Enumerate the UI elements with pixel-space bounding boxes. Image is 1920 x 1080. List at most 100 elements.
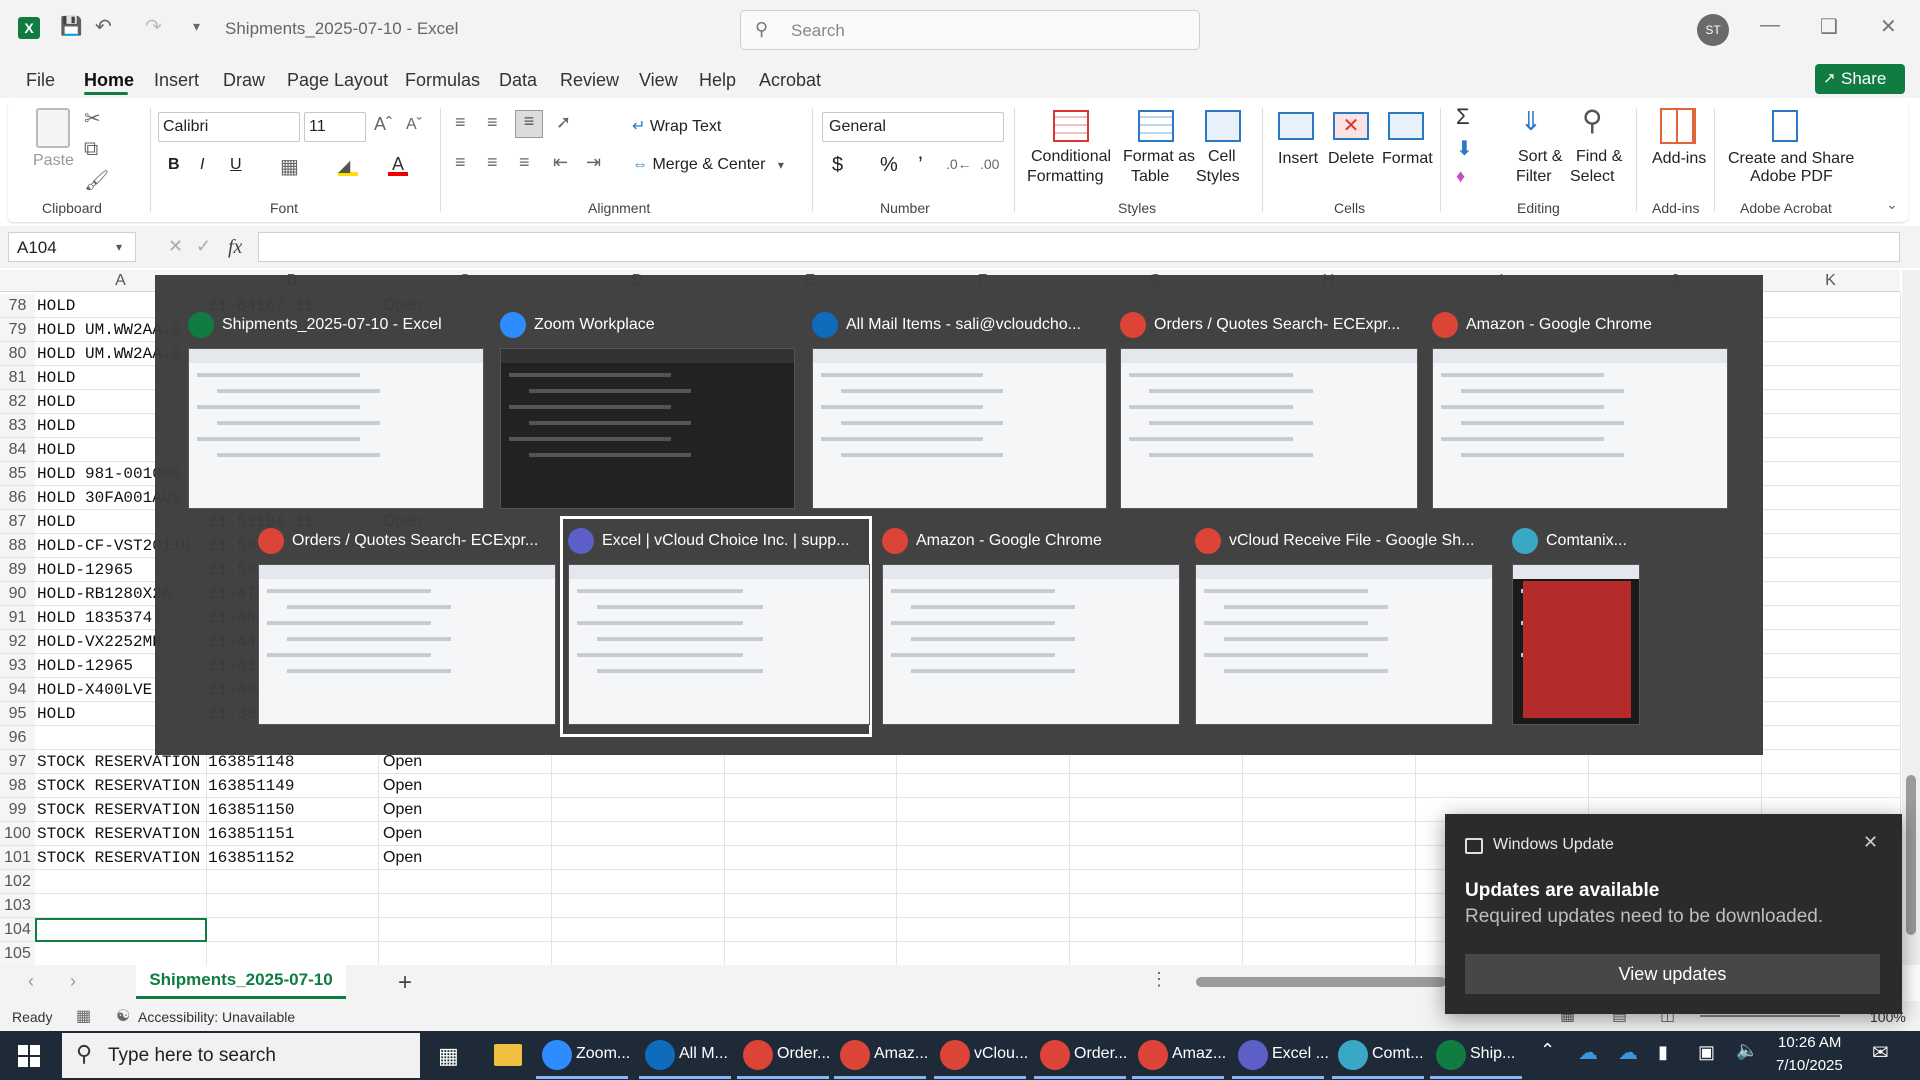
task-view-window-thumbnail[interactable] [568,564,870,725]
row-header[interactable]: 88 [0,534,35,558]
cell-c[interactable]: Open [383,777,422,795]
task-view-window-title[interactable]: Excel | vCloud Choice Inc. | supp... [602,532,874,550]
find-select-icon[interactable]: ⚲ [1582,104,1603,137]
task-view-window-thumbnail[interactable] [1120,348,1418,509]
insert-function-icon[interactable]: fx [228,236,242,259]
format-cells-label[interactable]: Format [1382,150,1433,168]
paste-icon[interactable] [36,108,70,148]
task-view-window-title[interactable]: Amazon - Google Chrome [916,532,1184,550]
task-view-window-title[interactable]: Shipments_2025-07-10 - Excel [222,316,488,334]
selected-cell[interactable] [35,918,207,942]
cell-a[interactable]: HOLD-VX2252MH [37,633,162,651]
clock-time[interactable]: 10:26 AM [1778,1034,1841,1051]
taskbar-app-button[interactable]: Ship... [1470,1045,1515,1063]
align-right-icon[interactable]: ≡ [519,152,530,173]
row-header[interactable]: 100 [0,822,35,846]
row-header[interactable]: 85 [0,462,35,486]
borders-icon[interactable]: ▦ [280,154,299,179]
cell-b[interactable]: 163851150 [208,801,294,819]
paste-button-label[interactable]: Paste [33,152,74,170]
accessibility-icon[interactable]: ☯ [116,1006,130,1026]
show-hidden-icons[interactable]: ⌃ [1540,1040,1555,1061]
cut-icon[interactable]: ✂ [84,106,101,131]
cell-a[interactable]: HOLD [37,417,75,435]
tab-view[interactable]: View [639,70,678,91]
tab-formulas[interactable]: Formulas [405,70,480,91]
cell-a[interactable]: HOLD-X400LVE [37,681,152,699]
tab-help[interactable]: Help [699,70,736,91]
cell-a[interactable]: HOLD 1835374 [37,609,152,627]
enter-entry-icon[interactable]: ✓ [196,236,211,257]
accessibility-status[interactable]: Accessibility: Unavailable [138,1009,295,1025]
row-header[interactable]: 101 [0,846,35,870]
find-select-label-1[interactable]: Find & [1576,148,1622,166]
windows-start-icon[interactable] [18,1045,40,1067]
create-pdf-label-1[interactable]: Create and Share [1728,150,1854,168]
sheet-tab-shipments[interactable]: Shipments_2025-07-10 [136,965,346,999]
cell-a[interactable]: HOLD [37,513,75,531]
taskbar-app-button[interactable]: Amaz... [1172,1045,1226,1063]
cell-a[interactable]: HOLD [37,705,75,723]
increase-indent-icon[interactable]: ⇥ [586,152,601,173]
task-view-window-thumbnail[interactable] [258,564,556,725]
taskbar-app-button[interactable]: Amaz... [874,1045,928,1063]
taskbar-app-button[interactable]: Excel ... [1272,1045,1329,1063]
orientation-icon[interactable]: ➚ [556,112,571,133]
row-header[interactable]: 93 [0,654,35,678]
add-ins-icon[interactable] [1660,108,1696,144]
redo-icon[interactable]: ↷ [145,14,162,39]
onedrive-icon[interactable]: ☁ [1578,1040,1598,1065]
cell-c[interactable]: Open [383,801,422,819]
macro-record-icon[interactable]: ▦ [76,1006,91,1026]
task-view-window-title[interactable]: vCloud Receive File - Google Sh... [1229,532,1497,550]
insert-cells-label[interactable]: Insert [1278,150,1318,168]
task-view-window-thumbnail[interactable] [188,348,484,509]
format-as-table-label-2[interactable]: Table [1131,168,1169,186]
font-size-select[interactable]: 11 [304,112,366,142]
autosum-icon[interactable]: Σ [1456,104,1470,130]
cell-a[interactable]: HOLD-RB1280X2A [37,585,171,603]
cell-styles-label-1[interactable]: Cell [1208,148,1236,166]
delete-cells-icon[interactable]: ✕ [1333,112,1369,140]
decrease-font-icon[interactable]: Aˇ [406,116,422,134]
row-header[interactable]: 103 [0,894,35,918]
file-explorer-icon[interactable] [494,1044,522,1066]
vertical-scrollbar[interactable] [1902,270,1920,965]
create-pdf-icon[interactable] [1772,110,1798,142]
task-view-window-thumbnail[interactable] [882,564,1180,725]
format-as-table-icon[interactable] [1138,110,1174,142]
task-view-window-thumbnail[interactable] [1512,564,1640,725]
format-painter-icon[interactable]: 🖌 [84,168,109,193]
row-header[interactable]: 91 [0,606,35,630]
row-header[interactable]: 87 [0,510,35,534]
battery-icon[interactable]: ▮ [1658,1042,1668,1063]
format-as-table-label-1[interactable]: Format as [1123,148,1195,166]
avatar[interactable]: ST [1697,14,1729,46]
task-view-window-title[interactable]: All Mail Items - sali@vcloudcho... [846,316,1111,334]
task-view-window-title[interactable]: Orders / Quotes Search- ECExpr... [1154,316,1422,334]
cell-a[interactable]: STOCK RESERVATION [37,825,200,843]
scroll-thumb[interactable] [1906,775,1916,935]
row-header[interactable]: 102 [0,870,35,894]
cell-b[interactable]: 163851152 [208,849,294,867]
share-button[interactable]: ↗ Share [1815,64,1905,94]
cell-a[interactable]: STOCK RESERVATION [37,801,200,819]
row-header[interactable]: 92 [0,630,35,654]
task-view-window-thumbnail[interactable] [1432,348,1728,509]
row-header[interactable]: 96 [0,726,35,750]
cell-c[interactable]: Open [383,849,422,867]
add-sheet-button[interactable]: + [398,969,412,997]
cell-a[interactable]: HOLD [37,297,75,315]
row-header[interactable]: 99 [0,798,35,822]
cancel-entry-icon[interactable]: ✕ [168,236,183,257]
underline-icon[interactable]: U [230,156,242,174]
decrease-decimal-icon[interactable]: .00 [980,156,999,172]
sort-filter-label-1[interactable]: Sort & [1518,148,1562,166]
taskbar-app-button[interactable]: Zoom... [576,1045,630,1063]
collapse-ribbon-icon[interactable]: ⌄ [1886,196,1898,213]
notifications-icon[interactable]: ✉ [1872,1040,1889,1065]
tab-page-layout[interactable]: Page Layout [287,70,388,91]
increase-font-icon[interactable]: Aˆ [374,114,392,135]
cell-styles-label-2[interactable]: Styles [1196,168,1240,186]
tab-acrobat[interactable]: Acrobat [759,70,821,91]
